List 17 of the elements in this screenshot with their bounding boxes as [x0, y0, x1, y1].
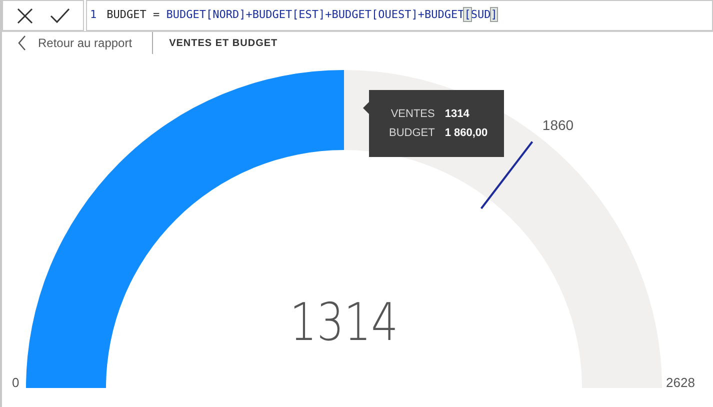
tooltip-label: VENTES — [390, 107, 435, 122]
chevron-left-icon — [18, 35, 26, 51]
line-number: 1 — [90, 7, 97, 24]
tooltip-value: 1 860,00 — [444, 126, 488, 140]
max-label: 2628 — [666, 375, 695, 390]
formula-field[interactable]: 1 BUDGET = BUDGET[NORD]+BUDGET[EST]+BUDGET[OUEST]+BUDGET[SUD] — [86, 0, 713, 31]
tooltip-label: BUDGET — [389, 126, 435, 140]
min-label: 0 — [12, 375, 20, 390]
formula-text: BUDGET = BUDGET[NORD]+BUDGET[EST]+BUDGET[OUEST]+BUDGET[SUD] — [106, 7, 498, 24]
gauge-value: 1314 — [290, 292, 398, 354]
target-label: 1860 — [542, 116, 574, 133]
back-button[interactable]: Retour au rapport — [2, 32, 154, 54]
check-icon[interactable] — [49, 6, 71, 26]
tooltip-value: 1314 — [444, 107, 470, 122]
target-line — [480, 141, 534, 210]
page-title: VENTES ET BUDGET — [169, 36, 278, 50]
close-icon[interactable] — [15, 6, 35, 26]
